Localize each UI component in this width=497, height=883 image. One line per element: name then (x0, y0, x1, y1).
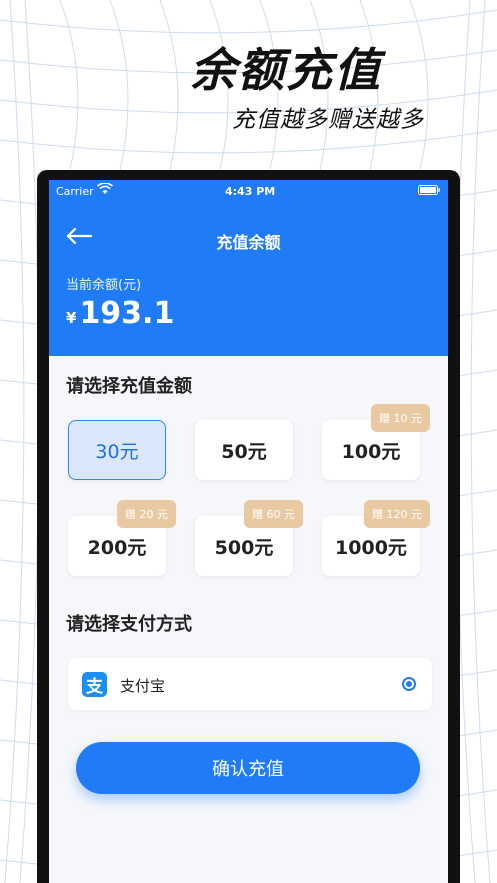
amount-option-30[interactable]: 30元 (68, 420, 166, 480)
alipay-icon: 支 (82, 672, 107, 697)
amount-option-200[interactable]: 200元 赠 20 元 (68, 500, 176, 576)
bonus-badge: 赠 10 元 (371, 404, 430, 432)
page-title: 充值余额 (216, 233, 281, 252)
amount-option-label: 30元 (95, 440, 139, 463)
bonus-badge: 赠 20 元 (117, 500, 176, 528)
payment-method-label: 支付宝 (120, 677, 166, 695)
payment-section-title: 请选择支付方式 (66, 614, 192, 635)
wifi-icon (97, 183, 113, 194)
payment-option-alipay[interactable]: 支 支付宝 (68, 658, 432, 710)
balance-label: 当前余额(元) (66, 278, 142, 293)
currency-symbol: ¥ (66, 309, 77, 327)
promo-subtitle: 充值越多赠送越多 (232, 107, 424, 133)
bonus-badge: 赠 60 元 (244, 500, 303, 528)
phone-frame: Carrier 4:43 PM 充值余额 当前余额(元) ¥193.1 请选择充… (37, 170, 460, 883)
app-screen: Carrier 4:43 PM 充值余额 当前余额(元) ¥193.1 请选择充… (49, 180, 448, 883)
amount-option-1000[interactable]: 1000元 赠 120 元 (322, 500, 430, 576)
amount-option-100[interactable]: 100元 赠 10 元 (322, 404, 430, 480)
balance-amount: 193.1 (79, 296, 175, 331)
bonus-badge: 赠 120 元 (364, 500, 430, 528)
radio-selected-icon[interactable] (402, 677, 416, 691)
amount-options-grid: 30元 50元 100元 赠 10 元 200元 赠 20 元 500元 赠 6… (68, 404, 432, 590)
amount-option-label: 50元 (221, 440, 267, 463)
battery-icon (418, 185, 440, 195)
amount-option-50[interactable]: 50元 (195, 420, 293, 480)
status-bar: Carrier 4:43 PM (49, 180, 448, 202)
balance-value: ¥193.1 (66, 296, 174, 331)
amount-section-title: 请选择充值金额 (66, 376, 192, 397)
status-time: 4:43 PM (225, 185, 276, 198)
promo-title: 余额充值 (190, 43, 382, 97)
balance-header: Carrier 4:43 PM 充值余额 当前余额(元) ¥193.1 (49, 180, 448, 356)
confirm-recharge-button[interactable]: 确认充值 (76, 742, 420, 794)
carrier-label: Carrier (56, 185, 94, 198)
amount-option-500[interactable]: 500元 赠 60 元 (195, 500, 303, 576)
